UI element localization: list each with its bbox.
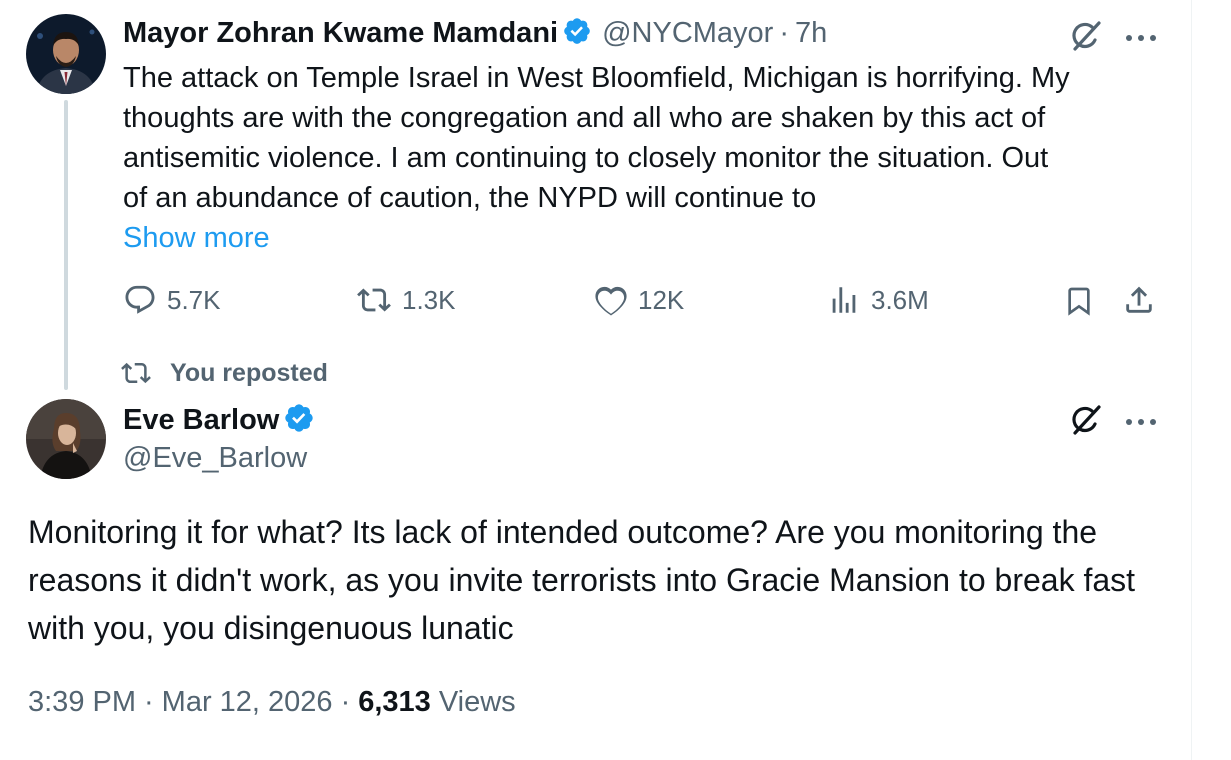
tweet-metadata: 3:39 PM · Mar 12, 2026 · 6,313 Views	[28, 686, 516, 719]
like-count: 12K	[638, 284, 685, 315]
meta-dot: ·	[340, 686, 351, 718]
grok-icon[interactable]	[1068, 18, 1104, 59]
reply-button[interactable]: 5.7K	[123, 283, 221, 317]
parent-text-line: The attack on Temple Israel in West Bloo…	[123, 62, 1070, 94]
tweet-views-label: Views	[438, 686, 516, 718]
more-options-icon[interactable]	[1124, 30, 1158, 48]
column-border	[1191, 0, 1192, 760]
tweet-time[interactable]: 3:39 PM	[28, 686, 136, 719]
repost-indicator: You reposted	[120, 358, 328, 388]
repost-icon	[121, 362, 151, 384]
like-button[interactable]: 12K	[594, 283, 684, 317]
meta-dot: ·	[144, 686, 154, 718]
main-author-name[interactable]: Eve Barlow	[123, 404, 279, 437]
main-tweet-header: Eve Barlow	[123, 402, 315, 439]
show-more-link[interactable]: Show more	[123, 218, 270, 258]
verified-badge-icon	[562, 16, 592, 51]
mayor-avatar[interactable]	[26, 14, 106, 94]
more-options-icon[interactable]	[1124, 414, 1158, 432]
eve-avatar[interactable]	[26, 399, 106, 479]
parent-author-name[interactable]: Mayor Zohran Kwame Mamdani	[123, 17, 558, 50]
bookmark-icon[interactable]	[1063, 284, 1095, 323]
parent-tweet-text: The attack on Temple Israel in West Bloo…	[123, 58, 1163, 218]
analytics-icon	[832, 287, 856, 313]
parent-tweet-header: Mayor Zohran Kwame Mamdani @NYCMayor · 7…	[123, 16, 827, 51]
header-separator: ·	[779, 17, 790, 49]
main-tweet-text: Monitoring it for what? Its lack of inte…	[28, 514, 1136, 646]
reply-icon	[125, 285, 155, 314]
parent-text-line: antisemitic violence. I am continuing to…	[123, 142, 1049, 174]
tweet-views-count[interactable]: 6,313	[358, 686, 431, 719]
repost-icon	[357, 288, 391, 312]
parent-text-line: of an abundance of caution, the NYPD wil…	[123, 182, 817, 214]
share-icon[interactable]	[1122, 283, 1156, 322]
verified-badge-icon	[283, 402, 315, 439]
repost-count: 1.3K	[402, 284, 456, 315]
grok-icon[interactable]	[1068, 402, 1104, 443]
views-button[interactable]: 3.6M	[827, 283, 929, 317]
parent-handle[interactable]: @NYCMayor	[602, 17, 773, 50]
reply-count: 5.7K	[167, 284, 221, 315]
repost-indicator-text: You reposted	[170, 358, 328, 387]
main-handle[interactable]: @Eve_Barlow	[123, 442, 307, 475]
heart-icon	[595, 286, 627, 316]
parent-timestamp[interactable]: 7h	[795, 17, 827, 50]
parent-text-line: thoughts are with the congregation and a…	[123, 102, 1046, 134]
views-count: 3.6M	[871, 284, 929, 315]
tweet-date[interactable]: Mar 12, 2026	[162, 686, 333, 719]
thread-connector-line	[64, 100, 68, 390]
repost-button[interactable]: 1.3K	[356, 283, 456, 317]
